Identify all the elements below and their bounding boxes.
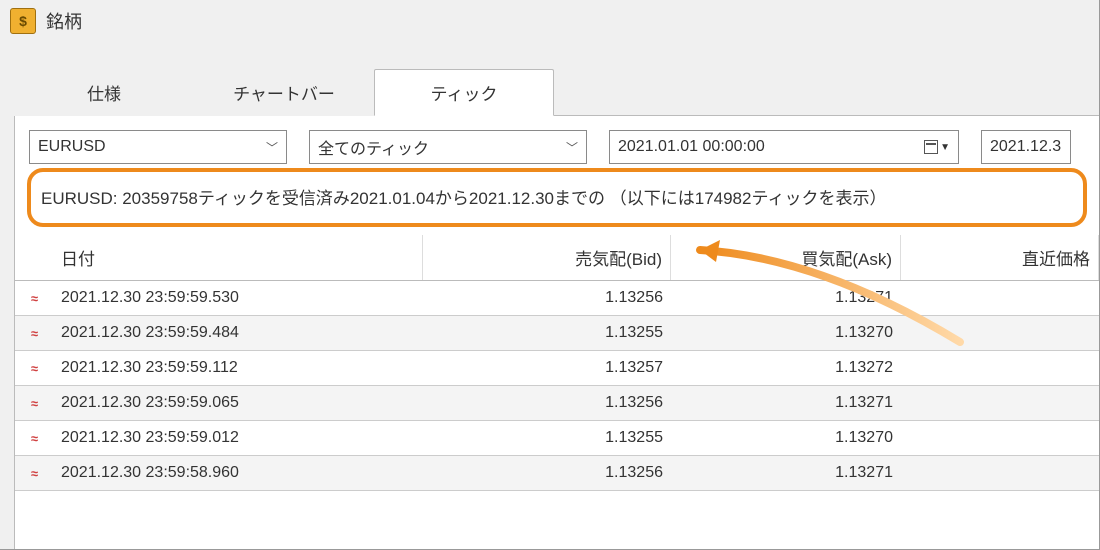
cell-date: 2021.12.30 23:59:59.484 — [53, 316, 423, 350]
wave-icon: ≈ — [15, 458, 53, 489]
cell-last — [901, 360, 1099, 376]
tick-type-value: 全てのティック — [318, 135, 429, 159]
cell-last — [901, 325, 1099, 341]
symbol-select-value: EURUSD — [38, 138, 106, 156]
cell-last — [901, 465, 1099, 481]
chevron-down-icon: ﹀ — [566, 139, 578, 156]
table-row[interactable]: ≈2021.12.30 23:59:59.4841.132551.13270 — [15, 316, 1099, 351]
cell-bid: 1.13256 — [423, 386, 671, 420]
cell-bid: 1.13256 — [423, 281, 671, 315]
col-icon — [15, 248, 53, 268]
table-row[interactable]: ≈2021.12.30 23:59:59.5301.132561.13271 — [15, 281, 1099, 316]
table-row[interactable]: ≈2021.12.30 23:59:59.0121.132551.13270 — [15, 421, 1099, 456]
calendar-picker[interactable]: ▼ — [924, 140, 950, 154]
col-last[interactable]: 直近価格 — [901, 235, 1099, 280]
cell-date: 2021.12.30 23:59:59.530 — [53, 281, 423, 315]
wave-icon: ≈ — [15, 423, 53, 454]
wave-icon: ≈ — [15, 318, 53, 349]
cell-bid: 1.13255 — [423, 421, 671, 455]
tick-type-select[interactable]: 全てのティック ﹀ — [309, 130, 587, 164]
tabs: 仕様 チャートバー ティック — [14, 68, 1099, 116]
titlebar: $ 銘柄 — [0, 0, 1099, 42]
cell-date: 2021.12.30 23:59:59.065 — [53, 386, 423, 420]
cell-date: 2021.12.30 23:59:58.960 — [53, 456, 423, 490]
tick-table: 日付 売気配(Bid) 買気配(Ask) 直近価格 ≈2021.12.30 23… — [15, 235, 1099, 491]
tab-spec[interactable]: 仕様 — [14, 69, 194, 116]
col-ask[interactable]: 買気配(Ask) — [671, 235, 901, 280]
date-from-input[interactable]: 2021.01.01 00:00:00 ▼ — [609, 130, 959, 164]
cell-ask: 1.13272 — [671, 351, 901, 385]
cell-bid: 1.13256 — [423, 456, 671, 490]
table-row[interactable]: ≈2021.12.30 23:59:59.1121.132571.13272 — [15, 351, 1099, 386]
dollar-icon: $ — [10, 8, 36, 34]
filter-row: EURUSD ﹀ 全てのティック ﹀ 2021.01.01 00:00:00 ▼… — [15, 130, 1099, 164]
cell-date: 2021.12.30 23:59:59.112 — [53, 351, 423, 385]
status-text: EURUSD: 20359758ティックを受信済み2021.01.04から202… — [41, 184, 1073, 209]
chevron-down-icon: ▼ — [940, 142, 950, 153]
calendar-icon — [924, 140, 938, 154]
symbol-window: $ 銘柄 仕様 チャートバー ティック EURUSD ﹀ 全てのティック ﹀ 2… — [0, 0, 1100, 550]
symbol-select[interactable]: EURUSD ﹀ — [29, 130, 287, 164]
cell-ask: 1.13270 — [671, 421, 901, 455]
wave-icon: ≈ — [15, 388, 53, 419]
cell-ask: 1.13271 — [671, 281, 901, 315]
date-to-value: 2021.12.3 — [990, 138, 1061, 156]
table-row[interactable]: ≈2021.12.30 23:59:59.0651.132561.13271 — [15, 386, 1099, 421]
cell-ask: 1.13271 — [671, 386, 901, 420]
cell-date: 2021.12.30 23:59:59.012 — [53, 421, 423, 455]
cell-last — [901, 290, 1099, 306]
tab-ticks[interactable]: ティック — [374, 69, 554, 116]
wave-icon: ≈ — [15, 283, 53, 314]
cell-bid: 1.13257 — [423, 351, 671, 385]
tab-bars[interactable]: チャートバー — [194, 69, 374, 116]
date-to-input[interactable]: 2021.12.3 — [981, 130, 1071, 164]
cell-last — [901, 430, 1099, 446]
cell-ask: 1.13270 — [671, 316, 901, 350]
table-header: 日付 売気配(Bid) 買気配(Ask) 直近価格 — [15, 235, 1099, 281]
col-date[interactable]: 日付 — [53, 235, 423, 280]
cell-bid: 1.13255 — [423, 316, 671, 350]
cell-ask: 1.13271 — [671, 456, 901, 490]
tick-panel: EURUSD ﹀ 全てのティック ﹀ 2021.01.01 00:00:00 ▼… — [14, 116, 1099, 549]
table-row[interactable]: ≈2021.12.30 23:59:58.9601.132561.13271 — [15, 456, 1099, 491]
wave-icon: ≈ — [15, 353, 53, 384]
col-bid[interactable]: 売気配(Bid) — [423, 235, 671, 280]
content: 仕様 チャートバー ティック EURUSD ﹀ 全てのティック ﹀ 2021.0… — [0, 42, 1099, 549]
window-title: 銘柄 — [46, 8, 82, 34]
chevron-down-icon: ﹀ — [266, 139, 278, 156]
cell-last — [901, 395, 1099, 411]
status-highlight: EURUSD: 20359758ティックを受信済み2021.01.04から202… — [27, 168, 1087, 227]
date-from-value: 2021.01.01 00:00:00 — [618, 138, 924, 156]
